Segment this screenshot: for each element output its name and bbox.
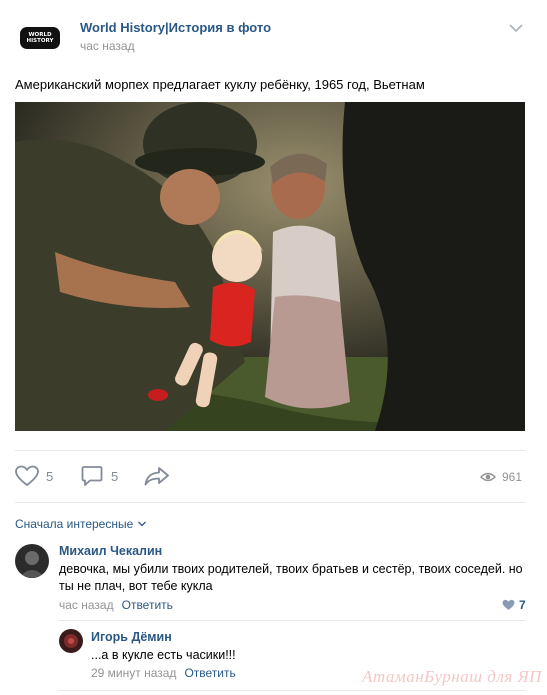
reply-button[interactable]: Ответить bbox=[122, 598, 173, 612]
comment-author-link[interactable]: Игорь Дёмин bbox=[91, 630, 172, 644]
comment-meta: 29 минут назад Ответить bbox=[91, 666, 236, 680]
comments-sort-label: Сначала интересные bbox=[15, 517, 134, 531]
share-icon bbox=[144, 467, 169, 486]
like-count: 5 bbox=[46, 468, 54, 484]
comment-author-link[interactable]: Михаил Чекалин bbox=[59, 544, 162, 558]
comment-count: 5 bbox=[111, 468, 119, 484]
comment-text: девочка, мы убили твоих родителей, твоих… bbox=[59, 562, 523, 593]
eye-icon bbox=[480, 472, 496, 482]
share-button[interactable] bbox=[144, 465, 170, 487]
views-counter: 961 bbox=[480, 470, 522, 484]
post-text: Американский морпех предлагает куклу реб… bbox=[15, 77, 425, 92]
divider bbox=[59, 620, 525, 621]
chevron-down-icon bbox=[138, 521, 147, 527]
comments-sort-dropdown[interactable]: Сначала интересные bbox=[15, 517, 147, 531]
community-avatar[interactable]: WORLD HISTORY bbox=[20, 27, 60, 49]
divider bbox=[15, 502, 525, 503]
divider bbox=[59, 690, 525, 691]
comment-time[interactable]: час назад bbox=[59, 598, 114, 612]
chevron-down-icon[interactable] bbox=[508, 22, 524, 34]
watermark: АтаманБурнаш для ЯП bbox=[362, 667, 542, 686]
post-time[interactable]: час назад bbox=[80, 39, 135, 53]
comment-like-button[interactable]: 7 bbox=[502, 598, 526, 612]
like-button[interactable]: 5 bbox=[15, 465, 53, 487]
comment-button[interactable]: 5 bbox=[81, 465, 118, 487]
views-count: 961 bbox=[502, 470, 523, 484]
comment-text: ...а в кукле есть часики!!! bbox=[91, 648, 236, 662]
comment-like-count: 7 bbox=[519, 598, 526, 612]
post-header: WORLD HISTORY World History|История в фо… bbox=[0, 0, 547, 68]
avatar[interactable] bbox=[15, 544, 49, 578]
post-photo[interactable] bbox=[15, 102, 525, 431]
divider bbox=[15, 450, 525, 451]
heart-icon bbox=[502, 599, 515, 610]
logo-text-line2: HISTORY bbox=[26, 38, 54, 44]
comment-icon bbox=[81, 466, 103, 486]
comment-meta: час назад Ответить bbox=[59, 598, 173, 612]
heart-icon bbox=[15, 465, 39, 487]
avatar[interactable] bbox=[59, 629, 83, 653]
reply-button[interactable]: Ответить bbox=[184, 666, 235, 680]
comment-time[interactable]: 29 минут назад bbox=[91, 666, 176, 680]
community-name-link[interactable]: World History|История в фото bbox=[80, 20, 271, 35]
